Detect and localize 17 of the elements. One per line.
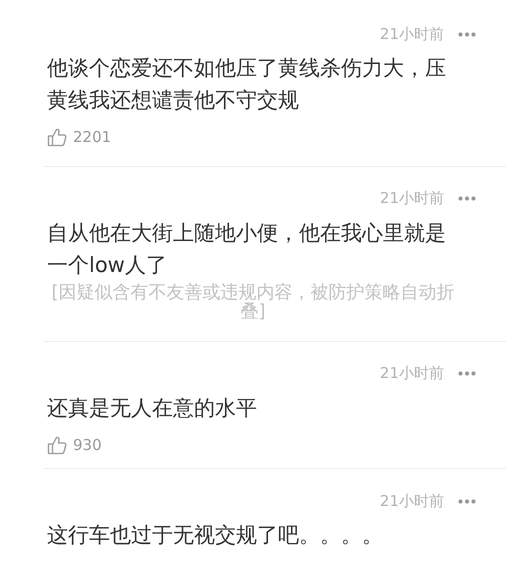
more-icon[interactable] — [458, 32, 476, 36]
thumbs-up-icon[interactable] — [47, 434, 67, 455]
more-icon[interactable] — [458, 196, 476, 201]
thumbs-up-icon[interactable] — [47, 127, 67, 148]
comment-text: 他谈个恋爱还不如他压了黄线杀伤力大，压黄线我还想谴责他不守交规 — [47, 55, 447, 114]
like-count: 2201 — [73, 127, 112, 148]
comment-text: 这行车也过于无视交规了吧。。。。 — [47, 522, 384, 549]
comment-text: 自从他在大街上随地小便，他在我心里就是一个low人了 — [47, 220, 447, 278]
comment-time: 21小时前 — [380, 490, 444, 512]
more-icon[interactable] — [458, 371, 476, 376]
comment-text: 还真是无人在意的水平 — [47, 394, 258, 422]
more-icon[interactable] — [458, 498, 476, 504]
like-count: 930 — [73, 434, 102, 456]
comment-time: 21小时前 — [380, 188, 444, 210]
comment-time: 21小时前 — [380, 363, 444, 384]
folded-notice: [因疑似含有不友善或违规内容，被防护策略自动折叠] — [50, 282, 456, 320]
comment-time: 21小时前 — [380, 24, 444, 45]
